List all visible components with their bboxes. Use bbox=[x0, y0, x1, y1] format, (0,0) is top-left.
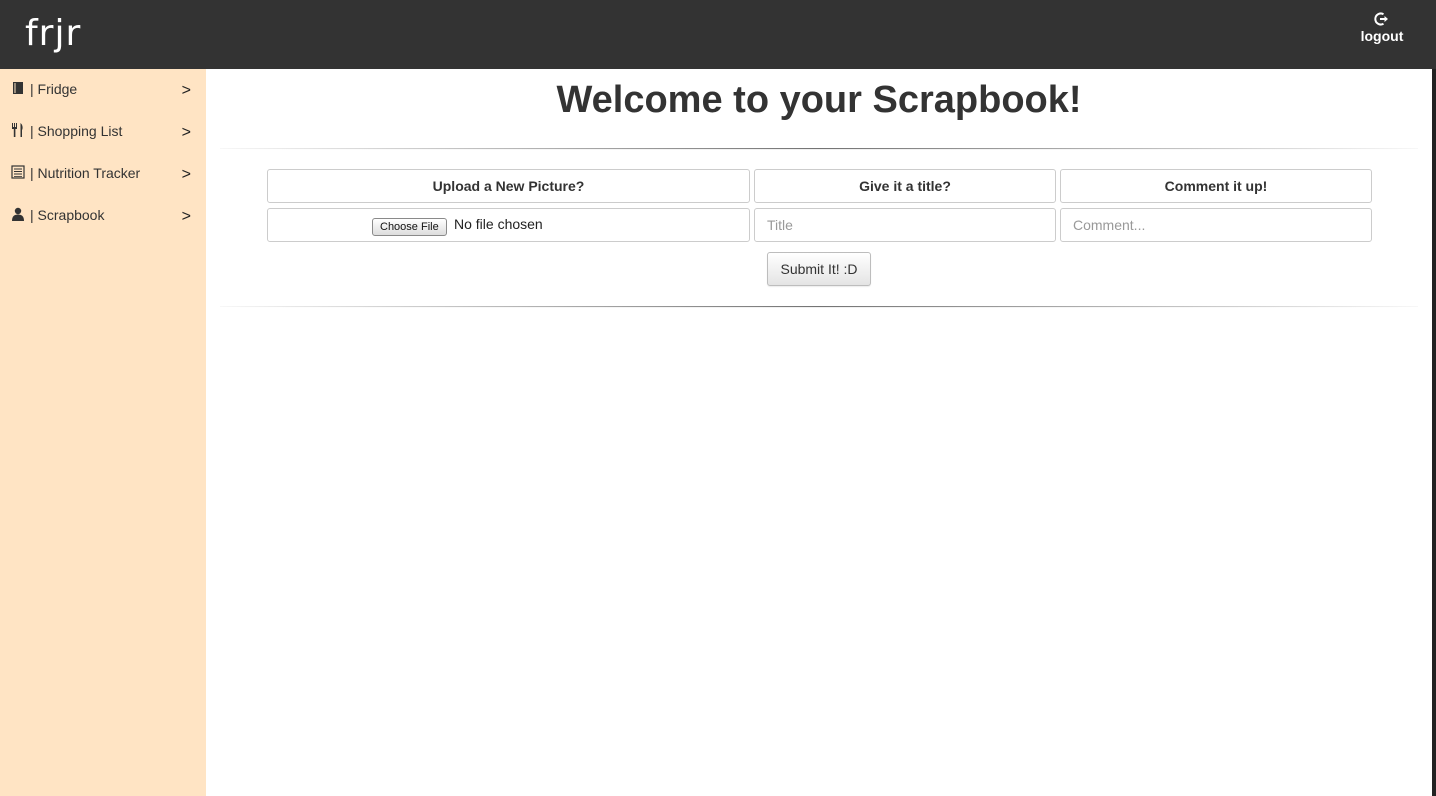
chevron-right-icon: > bbox=[181, 166, 191, 183]
file-upload-field: Choose File No file chosen bbox=[267, 208, 750, 242]
title-field-wrapper bbox=[754, 208, 1056, 242]
book-icon bbox=[13, 82, 23, 94]
sidebar-item-nutrition-tracker[interactable]: | Nutrition Tracker > bbox=[0, 153, 206, 195]
window-edge bbox=[1432, 69, 1436, 796]
sidebar-item-label: | Nutrition Tracker bbox=[30, 165, 141, 181]
title-input[interactable] bbox=[755, 209, 1055, 241]
divider-shadow bbox=[220, 149, 1418, 150]
brand-logo[interactable]: frjr bbox=[25, 14, 81, 54]
comment-header: Comment it up! bbox=[1060, 169, 1372, 203]
list-icon bbox=[11, 165, 25, 179]
sidebar-item-label: | Fridge bbox=[30, 81, 78, 97]
sidebar-item-label: | Scrapbook bbox=[30, 207, 105, 223]
sidebar-item-shopping-list[interactable]: | Shopping List > bbox=[0, 111, 206, 153]
top-navbar: frjr logout bbox=[0, 0, 1436, 69]
comment-input[interactable] bbox=[1061, 209, 1371, 241]
chevron-right-icon: > bbox=[181, 124, 191, 141]
divider-shadow bbox=[220, 307, 1418, 308]
chevron-right-icon: > bbox=[181, 82, 191, 99]
logout-button[interactable]: logout bbox=[1352, 11, 1412, 44]
sidebar: | Fridge > | Shopping List > | Nutrition… bbox=[0, 69, 206, 796]
logout-label: logout bbox=[1360, 28, 1404, 44]
sidebar-item-label: | Shopping List bbox=[30, 123, 123, 139]
sidebar-item-scrapbook[interactable]: | Scrapbook > bbox=[0, 195, 206, 237]
chevron-right-icon: > bbox=[181, 208, 191, 225]
file-status: No file chosen bbox=[454, 216, 543, 232]
sidebar-item-fridge[interactable]: | Fridge > bbox=[0, 69, 206, 111]
cutlery-icon bbox=[12, 123, 23, 137]
choose-file-button[interactable]: Choose File bbox=[372, 218, 447, 236]
comment-field-wrapper bbox=[1060, 208, 1372, 242]
upload-header: Upload a New Picture? bbox=[267, 169, 750, 203]
page-title: Welcome to your Scrapbook! bbox=[556, 79, 1082, 121]
user-icon bbox=[12, 207, 24, 221]
title-header: Give it a title? bbox=[754, 169, 1056, 203]
main-content: Welcome to your Scrapbook! Upload a New … bbox=[206, 69, 1432, 796]
submit-button[interactable]: Submit It! :D bbox=[767, 252, 871, 286]
logout-icon bbox=[1374, 12, 1388, 26]
